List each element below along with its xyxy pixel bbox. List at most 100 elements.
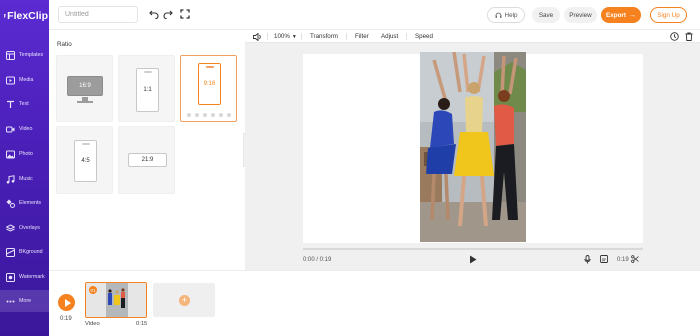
- sidebar-item-elements[interactable]: Elements: [0, 192, 49, 214]
- facebook-icon: [187, 113, 191, 117]
- ratio-label: 4:5: [81, 158, 90, 164]
- timeline-clip[interactable]: 01: [85, 282, 147, 318]
- top-header: Help Save Preview Export → Sign Up: [49, 0, 700, 30]
- video-preview[interactable]: [420, 52, 526, 242]
- tiktok-icon: [227, 113, 231, 117]
- sidebar-item-label: Overlays: [19, 225, 40, 231]
- playback-scrubber[interactable]: [303, 248, 643, 250]
- phone-notch: [205, 66, 214, 68]
- sidebar-item-overlays[interactable]: Overlays: [0, 217, 49, 239]
- ratio-label: 1:1: [143, 87, 152, 93]
- instagram-icon: [195, 113, 199, 117]
- play-icon[interactable]: [469, 255, 477, 264]
- filter-button[interactable]: Filter: [355, 31, 369, 42]
- adjust-button[interactable]: Adjust: [381, 31, 398, 42]
- sidebar-item-bkground[interactable]: BKground: [0, 241, 49, 263]
- watermark-icon: [5, 272, 15, 282]
- scissors-icon[interactable]: [631, 255, 639, 263]
- trash-icon[interactable]: [685, 31, 693, 42]
- subtitle-icon[interactable]: [600, 255, 608, 263]
- ratio-panel: Ratio 16:9 1:1 9:16 4:5 21:9: [49, 30, 244, 270]
- flexclip-editor: FlexClip Templates Media Text Video Phot…: [0, 0, 700, 336]
- project-title-input[interactable]: [58, 6, 138, 23]
- sidebar-item-label: Video: [19, 126, 33, 132]
- ratio-option-21-9[interactable]: 21:9: [118, 126, 175, 194]
- sidebar-item-label: Music: [19, 176, 33, 182]
- sidebar-item-label: Elements: [19, 200, 42, 206]
- help-button[interactable]: Help: [487, 7, 525, 23]
- sidebar-item-label: More: [19, 298, 32, 304]
- ratio-option-4-5[interactable]: 4:5: [56, 126, 113, 194]
- ratio-label: 21:9: [141, 157, 154, 163]
- clock-icon[interactable]: [670, 31, 679, 42]
- snapchat-icon: [203, 113, 207, 117]
- sidebar-item-watermark[interactable]: Watermark: [0, 266, 49, 288]
- logo-mark-icon: [4, 14, 7, 18]
- music-icon: [5, 174, 15, 184]
- transform-button[interactable]: Transform: [310, 31, 338, 42]
- preview-button[interactable]: Preview: [564, 7, 597, 23]
- timeline: 0:19 01 Video 0:15 +: [49, 270, 700, 336]
- clip-number-badge: 01: [89, 286, 97, 294]
- overlays-icon: [5, 223, 15, 233]
- sidebar-item-music[interactable]: Music: [0, 168, 49, 190]
- sidebar-item-label: Photo: [19, 151, 33, 157]
- arrow-right-icon: →: [628, 11, 636, 19]
- ratio-panel-title: Ratio: [57, 41, 72, 48]
- text-icon: [5, 99, 15, 109]
- photo-icon: [5, 149, 15, 159]
- sidebar-item-video[interactable]: Video: [0, 118, 49, 140]
- ratio-option-16-9[interactable]: 16:9: [56, 55, 113, 122]
- chevron-down-icon: ▼: [291, 33, 297, 40]
- sidebar-item-text[interactable]: Text: [0, 93, 49, 115]
- left-sidebar: FlexClip Templates Media Text Video Phot…: [0, 0, 49, 336]
- help-icon: [495, 12, 501, 18]
- ratio-option-1-1[interactable]: 1:1: [118, 55, 175, 122]
- toolbar-divider: [406, 33, 407, 40]
- media-icon: [5, 75, 15, 85]
- fullscreen-icon[interactable]: [179, 8, 191, 20]
- youtube-icon: [211, 113, 215, 117]
- phone-notch: [81, 143, 90, 145]
- flexclip-logo[interactable]: FlexClip: [4, 7, 48, 25]
- undo-icon[interactable]: [148, 8, 160, 20]
- dancers-video-frame: [420, 52, 526, 242]
- linkedin-icon: [219, 113, 223, 117]
- sidebar-item-more[interactable]: More: [0, 290, 49, 312]
- export-button[interactable]: Export →: [601, 7, 641, 23]
- ratio-label: 16:9: [79, 83, 91, 89]
- toolbar-divider: [267, 33, 268, 40]
- phone-notch: [143, 71, 152, 73]
- save-button[interactable]: Save: [532, 7, 560, 23]
- volume-icon[interactable]: [253, 31, 262, 42]
- plus-icon: +: [179, 295, 190, 306]
- phone-shape-selected: 9:16: [198, 63, 221, 105]
- export-label: Export: [606, 11, 626, 19]
- sidebar-item-label: BKground: [19, 249, 43, 255]
- add-scene-button[interactable]: +: [153, 283, 215, 317]
- background-icon: [5, 247, 15, 257]
- phone-shape: 1:1: [136, 68, 159, 112]
- clip-duration: 0:15: [136, 321, 148, 327]
- more-icon: [5, 296, 15, 306]
- speed-button[interactable]: Speed: [415, 31, 433, 42]
- sidebar-item-label: Templates: [19, 52, 44, 58]
- timeline-play-button[interactable]: [58, 294, 75, 311]
- toolbar-divider: [346, 33, 347, 40]
- monitor-shape: 16:9: [67, 76, 103, 96]
- sidebar-item-templates[interactable]: Templates: [0, 44, 49, 66]
- redo-icon[interactable]: [162, 8, 174, 20]
- sidebar-item-label: Watermark: [19, 274, 45, 280]
- timeline-total-time: 0:19: [60, 316, 72, 322]
- microphone-icon[interactable]: [584, 255, 591, 264]
- sidebar-item-label: Text: [19, 101, 29, 107]
- sidebar-item-photo[interactable]: Photo: [0, 143, 49, 165]
- video-icon: [5, 124, 15, 134]
- wide-screen-shape: 21:9: [128, 153, 167, 167]
- zoom-select[interactable]: 100% ▼: [274, 31, 297, 42]
- sign-up-button[interactable]: Sign Up: [650, 7, 687, 23]
- ratio-option-9-16[interactable]: 9:16: [180, 55, 237, 122]
- zoom-value: 100%: [274, 33, 290, 40]
- sidebar-item-media[interactable]: Media: [0, 69, 49, 91]
- app-name: FlexClip: [7, 10, 48, 22]
